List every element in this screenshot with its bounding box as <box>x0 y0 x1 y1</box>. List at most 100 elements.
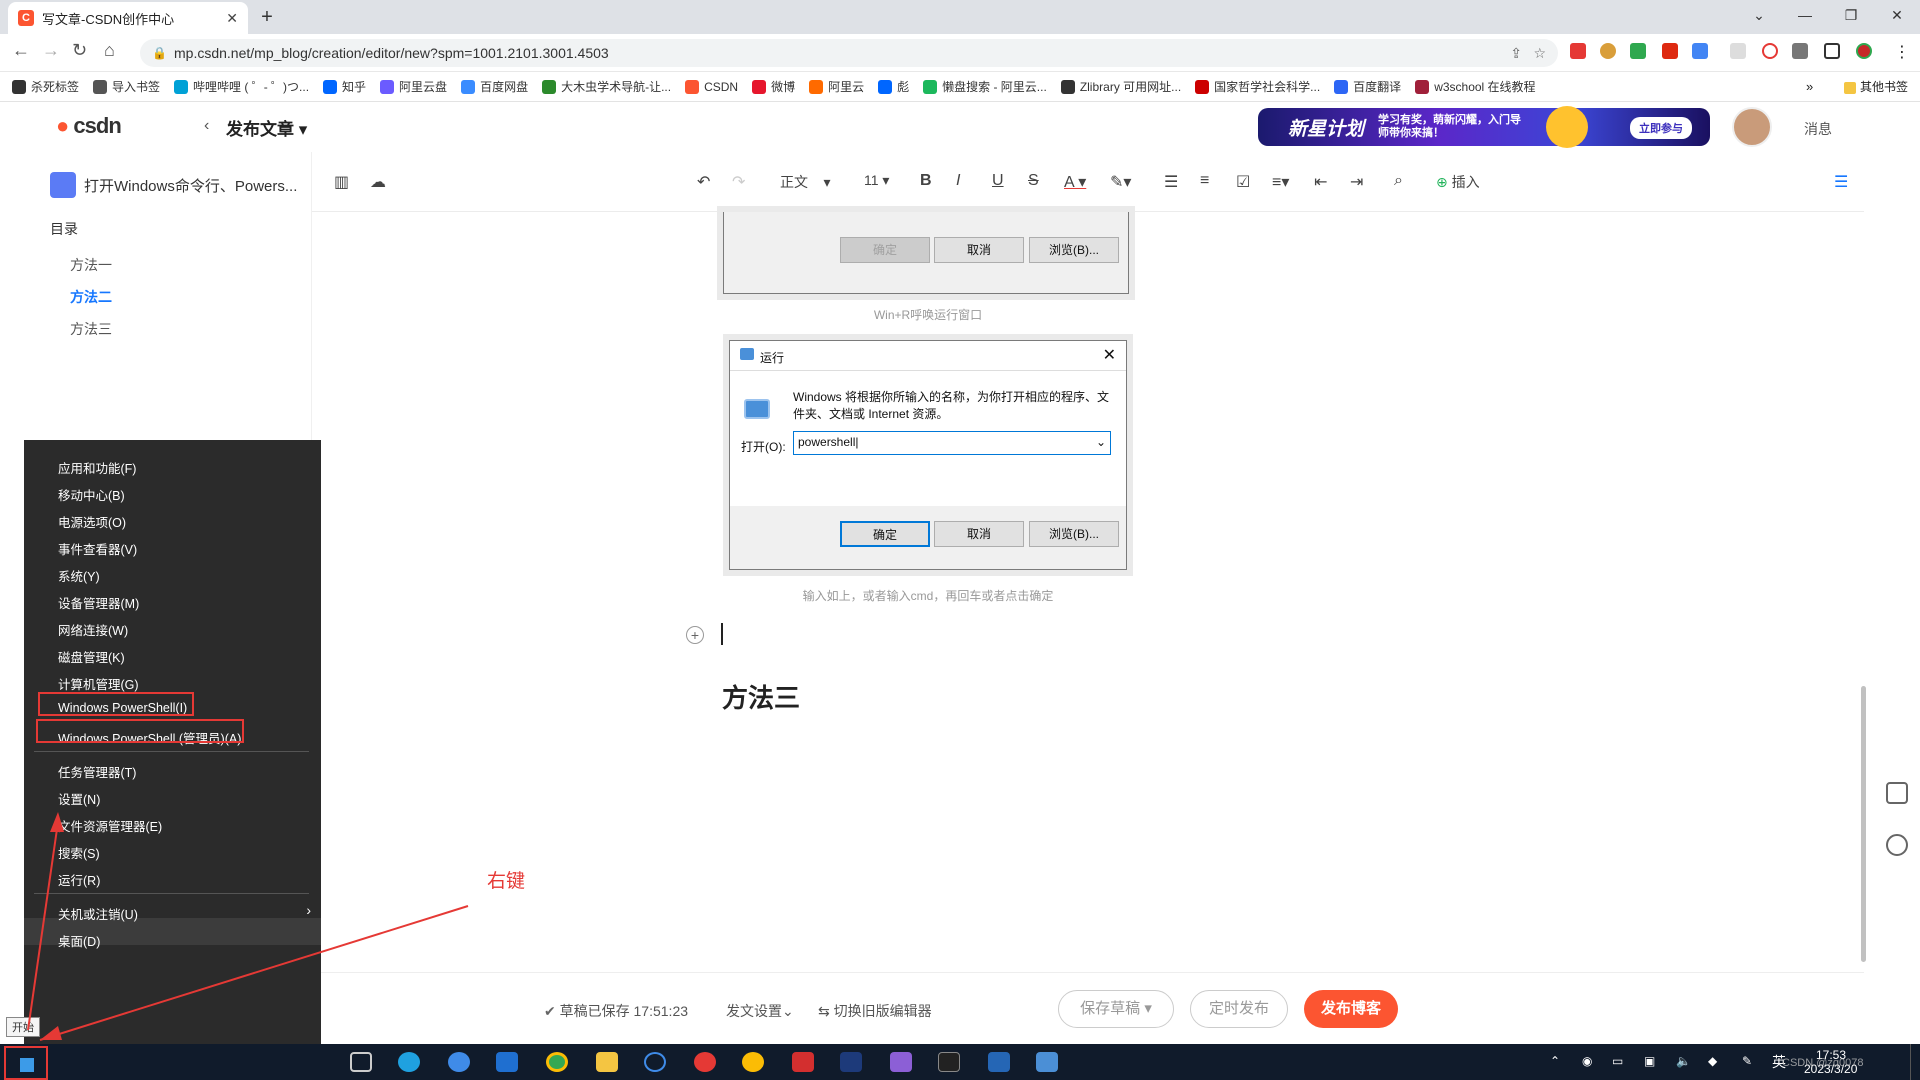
browser-tab[interactable]: C 写文章-CSDN创作中心 ✕ <box>8 2 248 34</box>
publish-article-title[interactable]: 发布文章 ▾ <box>226 115 307 140</box>
document-title[interactable]: 打开Windows命令行、Powers... <box>50 172 297 198</box>
bookmark-item[interactable]: w3school 在线教程 <box>1415 78 1536 95</box>
toc-item[interactable]: 方法一 <box>70 255 112 275</box>
profile-avatar[interactable] <box>1856 43 1872 59</box>
edge-icon[interactable] <box>398 1052 420 1072</box>
cloud-icon[interactable]: ☁ <box>370 172 386 192</box>
headset-icon[interactable] <box>1886 834 1908 856</box>
toc-item[interactable]: 方法三 <box>70 319 112 339</box>
volume-icon[interactable]: 🔈 <box>1676 1054 1691 1068</box>
winx-menu-item[interactable]: 移动中心(B) <box>58 485 125 504</box>
menu-kebab-icon[interactable]: ⋮ <box>1894 42 1910 62</box>
bookmark-item[interactable]: 彪 <box>878 78 909 95</box>
italic-icon[interactable]: I <box>956 172 960 190</box>
search-icon[interactable]: ⌕ <box>1394 172 1403 190</box>
save-draft-button[interactable]: 保存草稿 ▾ <box>1058 990 1174 1028</box>
run-program-icon[interactable] <box>1036 1052 1058 1072</box>
publish-settings-link[interactable]: 发文设置⌄ <box>726 1001 794 1021</box>
lock-icon[interactable]: 🔒 <box>152 39 167 67</box>
promo-banner[interactable]: 新星计划 学习有奖，萌新闪耀，入门导师带你来搞！ 立即参与 <box>1258 106 1710 148</box>
font-size-select[interactable]: 11 ▾ <box>864 172 889 189</box>
winx-menu-item[interactable]: 计算机管理(G) <box>58 674 139 693</box>
winx-menu-item[interactable]: 关机或注销(U) <box>58 904 138 923</box>
more-bookmarks-icon[interactable]: » <box>1806 79 1813 94</box>
shield-icon[interactable] <box>1630 43 1646 59</box>
numbered-list-icon[interactable]: ≡ <box>1200 172 1209 190</box>
paragraph-style-select[interactable]: 正文 ▾ <box>780 172 831 192</box>
bookmark-item[interactable]: 大木虫学术导航-让... <box>542 78 671 95</box>
share-icon[interactable]: ⇪ <box>1510 39 1522 67</box>
address-bar[interactable]: 🔒 mp.csdn.net/mp_blog/creation/editor/ne… <box>140 39 1558 67</box>
store-icon[interactable] <box>496 1052 518 1072</box>
chevron-up-icon[interactable]: ⌃ <box>1550 1054 1560 1068</box>
strikethrough-icon[interactable]: S <box>1028 172 1039 190</box>
show-desktop-button[interactable] <box>1910 1044 1920 1080</box>
pen-icon[interactable]: ✎ <box>1742 1054 1752 1068</box>
insert-button[interactable]: ⊕ 插入 <box>1436 172 1480 192</box>
task-view-icon[interactable] <box>350 1052 372 1072</box>
qq-icon[interactable]: ◆ <box>1708 1054 1717 1068</box>
underline-icon[interactable]: U <box>992 172 1004 190</box>
qr-code-icon[interactable] <box>1886 782 1908 804</box>
close-window-button[interactable]: ✕ <box>1874 0 1920 30</box>
schedule-button[interactable]: 定时发布 <box>1190 990 1288 1028</box>
winx-menu-item[interactable]: 应用和功能(F) <box>58 458 136 477</box>
bullet-list-icon[interactable]: ☰ <box>1164 172 1178 192</box>
app-icon[interactable] <box>890 1052 912 1072</box>
extension-icon[interactable] <box>1662 43 1678 59</box>
bookmark-item[interactable]: 知乎 <box>323 78 366 95</box>
restore-button[interactable]: ❐ <box>1828 0 1874 30</box>
bookmark-item[interactable]: 百度网盘 <box>461 78 528 95</box>
bookmark-item[interactable]: CSDN <box>685 79 738 94</box>
layout-icon[interactable]: ▥ <box>334 172 349 192</box>
app-icon[interactable] <box>840 1052 862 1072</box>
bookmark-star-icon[interactable]: ☆ <box>1533 39 1546 67</box>
winx-menu-item[interactable]: 网络连接(W) <box>58 620 128 639</box>
messages-link[interactable]: 消息 <box>1804 119 1832 139</box>
tray-icon[interactable]: ◉ <box>1582 1054 1592 1068</box>
bookmark-item[interactable]: 国家哲学社会科学... <box>1195 78 1320 95</box>
extension-icon[interactable] <box>1730 43 1746 59</box>
winx-menu-item[interactable]: 磁盘管理(K) <box>58 647 125 666</box>
winx-menu-item[interactable]: 运行(R) <box>58 870 100 889</box>
other-bookmarks[interactable]: 其他书签 <box>1843 78 1908 95</box>
bookmark-item[interactable]: 阿里云盘 <box>380 78 447 95</box>
file-explorer-icon[interactable] <box>596 1052 618 1072</box>
app-icon[interactable] <box>448 1052 470 1072</box>
publish-button[interactable]: 发布博客 <box>1304 990 1398 1028</box>
winx-menu-item[interactable]: 设置(N) <box>58 789 100 808</box>
user-avatar[interactable] <box>1732 107 1772 147</box>
winx-menu-item[interactable]: 电源选项(O) <box>58 512 126 531</box>
align-icon[interactable]: ≡▾ <box>1272 172 1289 192</box>
outdent-icon[interactable]: ⇤ <box>1314 172 1327 192</box>
puzzle-icon[interactable] <box>1792 43 1808 59</box>
bookmark-item[interactable]: 微博 <box>752 78 795 95</box>
network-icon[interactable]: ▣ <box>1644 1054 1655 1068</box>
bookmark-item[interactable]: 懒盘搜索 - 阿里云... <box>923 78 1047 95</box>
terminal-icon[interactable] <box>938 1052 960 1072</box>
forward-icon[interactable]: → <box>42 40 60 61</box>
chrome-dev-icon[interactable] <box>742 1052 764 1072</box>
bold-icon[interactable]: B <box>920 172 932 190</box>
new-tab-button[interactable]: + <box>254 6 280 30</box>
minimize-button[interactable]: — <box>1782 0 1828 30</box>
battery-icon[interactable]: ▭ <box>1612 1054 1623 1068</box>
toc-item-active[interactable]: 方法二 <box>70 287 112 307</box>
banner-cta-button[interactable]: 立即参与 <box>1630 117 1692 139</box>
chrome-icon[interactable] <box>546 1052 568 1072</box>
app-icon[interactable] <box>694 1052 716 1072</box>
bookmark-item[interactable]: 杀死标签 <box>12 78 79 95</box>
winx-menu-item[interactable]: 桌面(D) <box>58 931 100 950</box>
add-block-button[interactable]: + <box>686 626 704 644</box>
tab-search-icon[interactable]: ⌄ <box>1736 0 1782 30</box>
indent-icon[interactable]: ⇥ <box>1350 172 1363 192</box>
redo-icon[interactable]: ↷ <box>732 172 745 192</box>
app-icon[interactable] <box>792 1052 814 1072</box>
extension-icon[interactable] <box>1570 43 1586 59</box>
bookmark-item[interactable]: Zlibrary 可用网址... <box>1060 78 1181 95</box>
powershell-icon[interactable] <box>988 1052 1010 1072</box>
winx-menu-item[interactable]: 系统(Y) <box>58 566 100 585</box>
bookmark-item[interactable]: 阿里云 <box>809 78 864 95</box>
checklist-icon[interactable]: ☑ <box>1236 172 1250 192</box>
home-icon[interactable]: ⌂ <box>104 40 115 61</box>
